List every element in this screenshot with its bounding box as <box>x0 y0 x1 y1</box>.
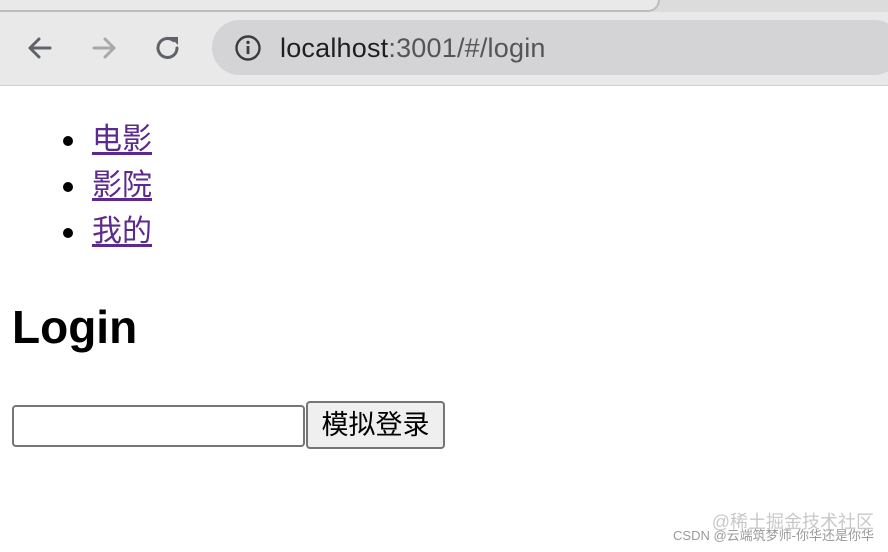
back-arrow-icon <box>28 37 52 59</box>
url-text[interactable]: localhost:3001/#/login <box>280 32 546 64</box>
nav-list: 电影 影院 我的 <box>0 117 152 255</box>
login-button[interactable]: 模拟登录 <box>306 401 445 449</box>
browser-toolbar: localhost:3001/#/login <box>0 0 888 86</box>
login-input[interactable] <box>12 405 305 447</box>
reload-button[interactable] <box>150 30 186 66</box>
nav-link-movies[interactable]: 电影 <box>92 123 152 156</box>
watermark-juejin: @稀土掘金技术社区 <box>711 512 874 532</box>
active-tab[interactable] <box>0 0 660 12</box>
nav-item-mine: 我的 <box>0 209 152 255</box>
page-title: Login <box>12 301 138 353</box>
page-content: 电影 影院 我的 Login 模拟登录 @稀土掘金技术社区 CSDN @云端筑梦… <box>0 87 888 552</box>
forward-arrow-icon <box>92 37 116 59</box>
watermark: @稀土掘金技术社区 CSDN @云端筑梦师-你华还是你华 <box>673 512 874 544</box>
nav-link-cinemas[interactable]: 影院 <box>92 169 152 202</box>
reload-icon <box>156 37 179 59</box>
tab-strip <box>0 0 888 12</box>
url-host: localhost <box>280 33 389 63</box>
address-bar[interactable]: localhost:3001/#/login <box>212 20 888 75</box>
nav-item-cinemas: 影院 <box>0 163 152 209</box>
nav-link-mine[interactable]: 我的 <box>92 215 152 248</box>
url-path: :3001/#/login <box>388 33 546 63</box>
info-icon[interactable] <box>234 34 262 62</box>
forward-button[interactable] <box>86 30 122 66</box>
back-button[interactable] <box>22 30 58 66</box>
nav-item-movies: 电影 <box>0 117 152 163</box>
